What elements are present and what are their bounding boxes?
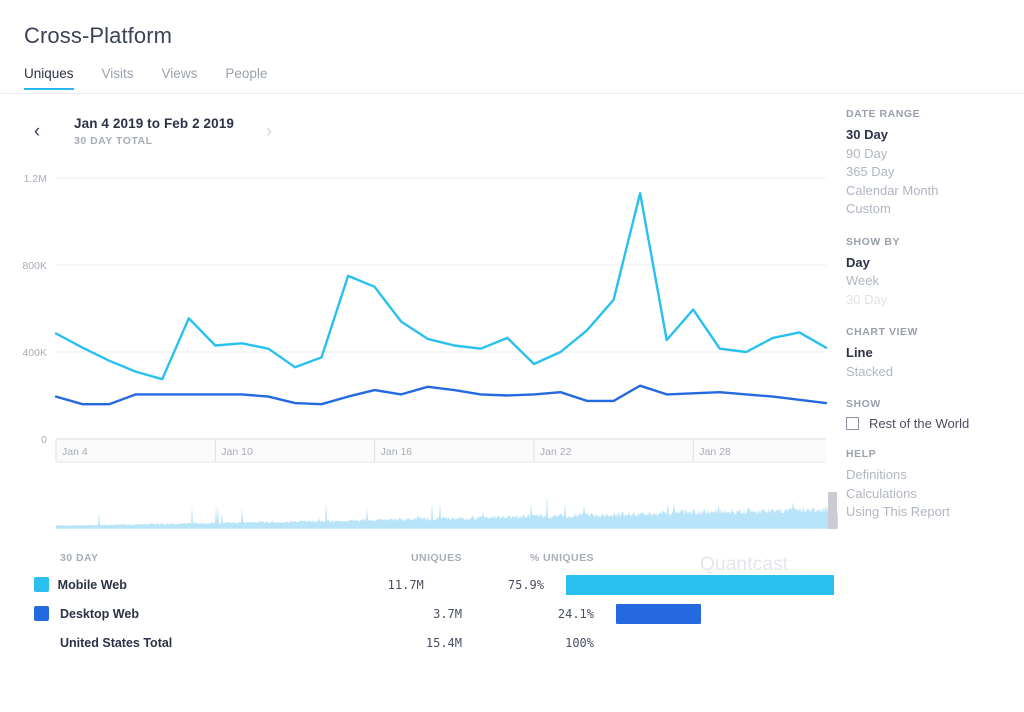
series-swatch-cell [34,606,60,621]
column-header-uniques: UNIQUES [411,552,462,564]
row-uniques: 3.7M [433,606,462,621]
sidebar-item-calendar-month[interactable]: Calendar Month [846,182,1024,201]
sidebar-item-using-this-report[interactable]: Using This Report [846,503,1024,522]
row-bar-cell [594,603,834,624]
minimap-canvas[interactable] [56,484,838,532]
table-header-row: 30 DAY UNIQUES % UNIQUES [34,546,834,570]
row-bar-cell [544,574,834,595]
chart-minimap-brush[interactable] [56,484,838,532]
uniques-table: 30 DAY UNIQUES % UNIQUES Mobile Web 11.7M… [34,546,834,657]
table-body: Mobile Web 11.7M 75.9% Desktop Web 3.7M 24.1%… [34,570,834,657]
minimap-brush-handle[interactable] [828,492,837,529]
uniques-line-chart: 0 400K 800K 1.2M Jan 4 Jan 10 Jan 16 Jan 22 Jan … [0,154,846,484]
checkbox-icon[interactable] [846,417,859,430]
x-axis-tick-label: Jan 28 [699,446,731,458]
sidebar-item-30-day: 30 Day [846,291,888,307]
sidebar-group-show-by: SHOW BY Day Week 30 Day [846,236,1024,310]
x-axis-tick-label: Jan 16 [381,446,413,458]
sidebar-item-365-day[interactable]: 365 Day [846,163,1024,182]
x-axis-tick-label: Jan 4 [62,446,88,458]
sidebar-group-heading: CHART VIEW [846,326,918,338]
tab-uniques[interactable]: Uniques [24,66,74,90]
sidebar-item-30-day[interactable]: 30 Day [846,126,1024,145]
series-color-swatch [34,606,49,621]
table-row[interactable]: Mobile Web 11.7M 75.9% [34,570,834,599]
column-header-period: 30 DAY [60,552,99,564]
sidebar-item-custom[interactable]: Custom [846,200,1024,219]
table-row[interactable]: United States Total 15.4M 100% [34,628,834,657]
sidebar-group-heading: DATE RANGE [846,108,921,120]
series-swatch-cell [34,577,58,592]
options-sidebar: DATE RANGE 30 Day 90 Day 365 Day Calendar Mo… [846,102,1024,657]
tab-people[interactable]: People [225,66,267,90]
header-divider [0,93,1024,94]
sidebar-group-date-range: DATE RANGE 30 Day 90 Day 365 Day Calendar Mo… [846,108,1024,219]
tab-visits[interactable]: Visits [102,66,134,90]
row-label: United States Total [60,635,173,650]
y-axis-tick-label: 400K [22,347,47,359]
row-uniques: 11.7M [387,577,424,592]
checkbox-label[interactable]: Rest of the World [869,416,969,431]
series-color-swatch [34,577,49,592]
column-header-pct-uniques: % UNIQUES [529,552,594,564]
sidebar-item-line[interactable]: Line [846,344,1024,363]
date-range-subtitle: 30 DAY TOTAL [74,134,153,147]
y-axis-tick-label: 1.2M [24,173,47,185]
row-bar [566,574,834,595]
sidebar-group-heading: SHOW BY [846,235,901,248]
y-axis-tick-label: 0 [41,434,47,446]
sidebar-group-heading: HELP [846,448,877,460]
page-title: Cross-Platform [24,23,173,48]
rest-of-world-checkbox-row[interactable]: Rest of the World [846,416,1024,431]
table-row[interactable]: Desktop Web 3.7M 24.1% [34,599,834,628]
chevron-right-icon[interactable]: › [256,122,282,141]
sidebar-item-calculations[interactable]: Calculations [846,485,1024,504]
date-range-label: Jan 4 2019 to Feb 2 2019 [74,115,234,131]
sidebar-group-help: HELP Definitions Calculations Using This Re… [846,448,1024,522]
date-range-nav: ‹ Jan 4 2019 to Feb 2 2019 30 DAY TOTAL … [24,108,846,154]
series-line-desktop-web [54,384,828,406]
minimap-area [56,494,838,528]
sidebar-item-stacked[interactable]: Stacked [846,363,1024,382]
sidebar-item-day[interactable]: Day [846,254,1024,273]
sidebar-group-heading: SHOW [846,398,881,410]
sidebar-group-show: SHOW Rest of the World [846,398,1024,431]
row-pct-uniques: 75.9% [507,577,544,592]
row-pct-uniques: 100% [565,635,594,650]
row-label: Mobile Web [57,577,127,592]
y-axis-tick-label: 800K [22,260,47,272]
row-bar [616,603,702,624]
x-axis-tick-label: Jan 22 [540,446,572,458]
series-line-mobile-web [54,192,828,381]
sidebar-group-chart-view: CHART VIEW Line Stacked [846,326,1024,381]
sidebar-item-90-day[interactable]: 90 Day [846,145,1024,164]
row-label: Desktop Web [60,606,139,621]
body-wrapper: ‹ Jan 4 2019 to Feb 2 2019 30 DAY TOTAL … [0,90,1024,657]
tab-bar: Uniques Visits Views People [24,66,1024,90]
report-page: Cross-Platform Uniques Visits Views People … [0,0,1024,712]
tab-views[interactable]: Views [162,66,198,90]
date-range-block: Jan 4 2019 to Feb 2 2019 30 DAY TOTAL [74,116,234,147]
main-column: ‹ Jan 4 2019 to Feb 2 2019 30 DAY TOTAL … [0,102,846,657]
row-uniques: 15.4M [425,635,462,650]
row-pct-uniques: 24.1% [557,606,594,621]
sidebar-item-week[interactable]: Week [846,272,1024,291]
x-axis-tick-label: Jan 10 [221,446,253,458]
sidebar-item-definitions[interactable]: Definitions [846,466,1024,485]
page-header: Cross-Platform Uniques Visits Views People [0,0,1024,90]
chevron-left-icon[interactable]: ‹ [24,122,50,141]
chart-canvas: 0 400K 800K 1.2M Jan 4 Jan 10 Jan 16 Jan 22 Jan … [22,173,828,463]
